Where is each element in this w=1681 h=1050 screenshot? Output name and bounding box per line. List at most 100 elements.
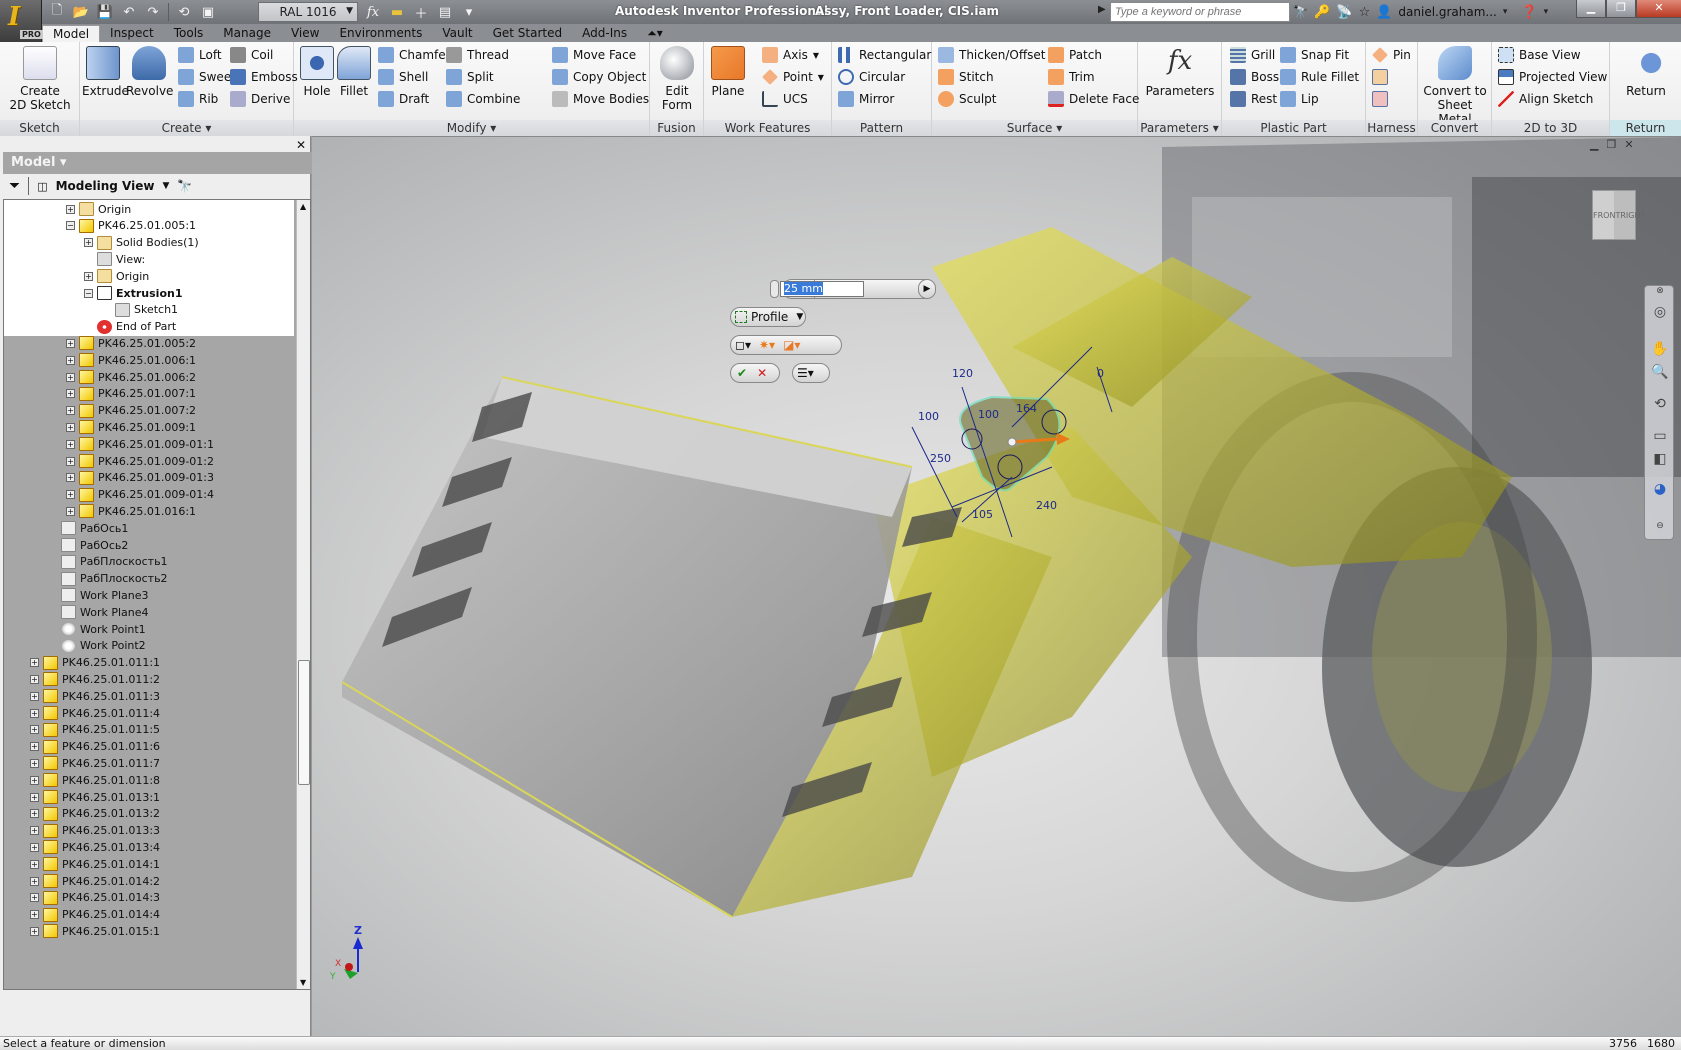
tree-item[interactable]: + PK46.25.01.014:4 <box>4 906 294 924</box>
tree-item[interactable]: РабОсь2 <box>4 536 294 554</box>
move-bodies-button[interactable]: Move Bodies <box>552 89 649 109</box>
convert-sheet-metal-button[interactable]: Convert to Sheet Metal <box>1420 46 1490 126</box>
tree-item[interactable]: + PK46.25.01.011:3 <box>4 687 294 705</box>
viewcube-right[interactable]: RIGHT <box>1620 211 1645 220</box>
binoculars-icon[interactable]: 🔭 <box>1292 5 1308 20</box>
expand-toggle-icon[interactable]: + <box>66 490 75 500</box>
expand-toggle-icon[interactable]: + <box>30 758 39 768</box>
unassign-pin-button[interactable] <box>1372 89 1388 109</box>
tree-item[interactable]: Work Point2 <box>4 637 294 655</box>
expand-toggle-icon[interactable]: + <box>66 389 75 399</box>
grill-button[interactable]: Grill <box>1230 45 1275 65</box>
key-icon[interactable]: 🔑 <box>1314 5 1330 20</box>
open-icon[interactable]: 📂 <box>70 2 92 22</box>
tree-item[interactable]: + PK46.25.01.014:1 <box>4 855 294 873</box>
tab-vault[interactable]: Vault <box>432 25 482 42</box>
parameters-button[interactable]: fx Parameters <box>1144 46 1216 98</box>
expand-toggle-icon[interactable]: + <box>66 204 75 214</box>
steering-wheel-icon[interactable]: ◎ <box>1651 304 1669 322</box>
tab-add-ins[interactable]: Add-Ins <box>572 25 637 42</box>
tree-item[interactable]: − Extrusion1 <box>4 284 294 302</box>
tree-item[interactable]: + PK46.25.01.006:2 <box>4 368 294 386</box>
expand-toggle-icon[interactable]: + <box>30 910 39 920</box>
help-icon[interactable]: ❓ <box>1521 5 1537 20</box>
tree-item[interactable]: − PK46.25.01.005:1 <box>4 216 294 235</box>
pin-group-button[interactable] <box>1372 67 1388 87</box>
panel-create-label[interactable]: Create ▾ <box>80 120 293 136</box>
projected-view-button[interactable]: Projected View <box>1498 67 1607 87</box>
tree-item[interactable]: + PK46.25.01.009-01:1 <box>4 435 294 453</box>
options-menu-button[interactable]: ☰▾ <box>792 363 830 383</box>
tree-item[interactable]: РабОсь1 <box>4 519 294 537</box>
tab-model[interactable]: Model <box>42 25 101 42</box>
tree-item[interactable]: + PK46.25.01.013:3 <box>4 822 294 840</box>
satellite-icon[interactable]: 📡 <box>1336 5 1352 20</box>
expand-toggle-icon[interactable]: + <box>66 372 75 382</box>
expand-toggle-icon[interactable]: + <box>66 422 75 432</box>
shaded-view-icon[interactable]: ◕ <box>1651 481 1669 499</box>
rule-fillet-button[interactable]: Rule Fillet <box>1280 67 1359 87</box>
redo-icon[interactable]: ↷ <box>142 2 164 22</box>
fillet-button[interactable]: Fillet <box>336 46 372 98</box>
appearance-select[interactable]: RAL 1016 ▼ <box>258 2 358 22</box>
expand-toggle-icon[interactable]: + <box>30 792 39 802</box>
dimension-label[interactable]: 120 <box>952 367 973 380</box>
expand-toggle-icon[interactable]: + <box>66 355 75 365</box>
tree-item[interactable]: Sketch1 <box>4 300 294 319</box>
tree-scrollbar[interactable]: ▲ ▼ <box>296 200 310 989</box>
direction-icon[interactable]: ◪▾ <box>783 338 800 352</box>
zoom-icon[interactable]: 🔍 <box>1651 364 1669 382</box>
tree-item[interactable]: + Solid Bodies(1) <box>4 233 294 252</box>
dimension-label[interactable]: 250 <box>930 452 951 465</box>
expand-toggle-icon[interactable]: + <box>66 406 75 416</box>
undo-icon[interactable]: ↶ <box>118 2 140 22</box>
select-icon[interactable]: ▣ <box>197 2 219 22</box>
tree-item[interactable]: + PK46.25.01.011:6 <box>4 738 294 756</box>
tree-item[interactable]: + Origin <box>4 200 294 218</box>
view-selector[interactable]: Modeling View <box>56 179 155 193</box>
save-icon[interactable]: 💾 <box>94 2 116 22</box>
look-at-icon[interactable]: ▭ <box>1651 428 1669 446</box>
copy-object-button[interactable]: Copy Object <box>552 67 646 87</box>
boss-button[interactable]: Boss <box>1230 67 1279 87</box>
filter-icon[interactable]: ⏷ <box>9 178 20 194</box>
patch-button[interactable]: Patch <box>1048 45 1102 65</box>
tree-item[interactable]: + PK46.25.01.011:7 <box>4 754 294 772</box>
tree-item[interactable]: View: <box>4 250 294 269</box>
derive-button[interactable]: Derive <box>230 89 290 109</box>
solid-output-icon[interactable]: ◻▾ <box>735 338 751 352</box>
tree-item[interactable]: + PK46.25.01.014:2 <box>4 872 294 890</box>
viewcube[interactable]: FRONT RIGHT <box>1592 190 1645 240</box>
graphics-window[interactable]: 1201001001642501052400 Z X Y ⟷▾ 25 mm ▶ … <box>312 136 1681 1036</box>
tree-item[interactable]: + PK46.25.01.007:2 <box>4 402 294 420</box>
circular-pattern-button[interactable]: Circular <box>838 67 905 87</box>
expand-toggle-icon[interactable]: − <box>84 288 93 298</box>
tree-item[interactable]: РабПлоскость2 <box>4 570 294 588</box>
cancel-x-icon[interactable]: ✕ <box>757 366 767 380</box>
viewport-close-icon[interactable]: ✕ <box>1624 138 1633 151</box>
expand-toggle-icon[interactable]: + <box>30 658 39 668</box>
rest-button[interactable]: Rest <box>1230 89 1277 109</box>
expand-toggle-icon[interactable]: + <box>30 775 39 785</box>
tree-item[interactable]: + PK46.25.01.011:8 <box>4 771 294 789</box>
tree-item[interactable]: + PK46.25.01.013:1 <box>4 788 294 806</box>
plane-button[interactable]: Plane <box>710 46 746 98</box>
tab-tools[interactable]: Tools <box>164 25 214 42</box>
panel-surface-label[interactable]: Surface ▾ <box>932 120 1137 136</box>
panel-modify-label[interactable]: Modify ▾ <box>294 120 649 136</box>
tree-item[interactable]: End of Part <box>4 317 294 336</box>
lip-button[interactable]: Lip <box>1280 89 1319 109</box>
tree-item[interactable]: + PK46.25.01.011:2 <box>4 670 294 688</box>
scroll-up-icon[interactable]: ▲ <box>300 202 306 211</box>
expand-toggle-icon[interactable]: + <box>30 725 39 735</box>
expand-toggle-icon[interactable]: + <box>30 893 39 903</box>
tree-item[interactable]: Work Point1 <box>4 620 294 638</box>
expand-toggle-icon[interactable]: + <box>30 842 39 852</box>
tree-item[interactable]: + PK46.25.01.006:1 <box>4 351 294 369</box>
orbit-icon[interactable]: ⟲ <box>1651 396 1669 414</box>
fx-icon[interactable]: fx <box>362 2 384 22</box>
sculpt-button[interactable]: Sculpt <box>938 89 996 109</box>
point-button[interactable]: Point ▼ <box>762 67 824 87</box>
find-binoculars-icon[interactable]: 🔭 <box>177 179 192 193</box>
extrude-button[interactable]: Extrude <box>82 46 129 98</box>
